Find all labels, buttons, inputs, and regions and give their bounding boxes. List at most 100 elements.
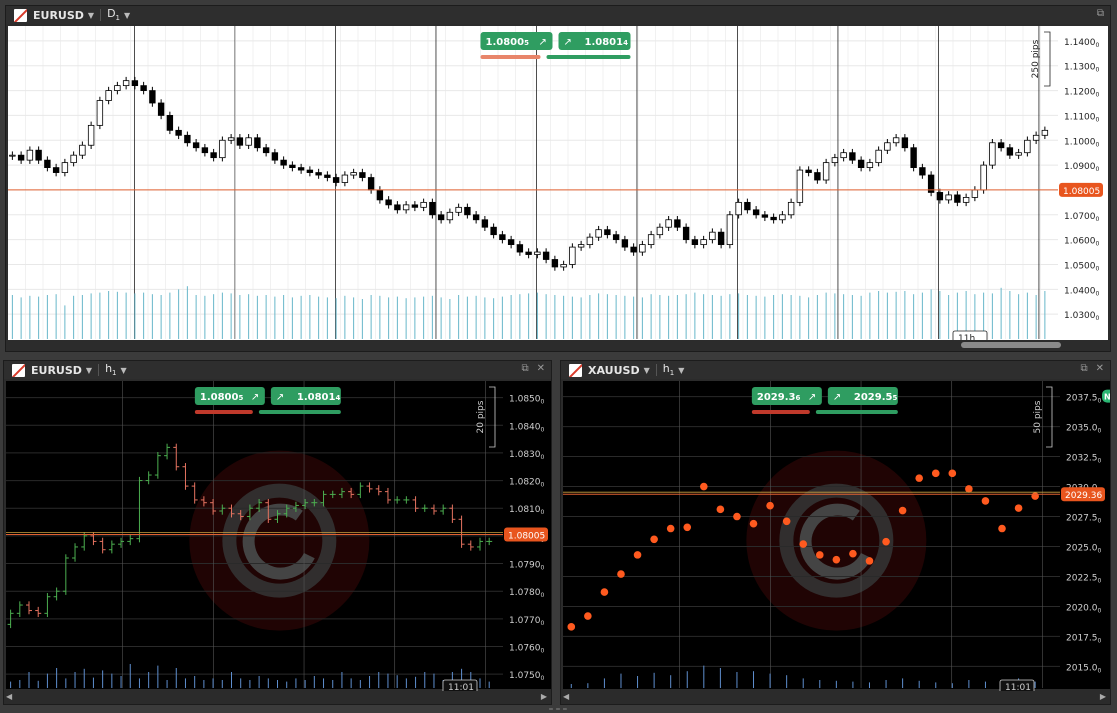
price-dot [716,505,725,514]
candle-body [647,234,655,246]
candle-body [499,234,506,241]
new-badge-label: NE [1104,393,1110,402]
candle-body [52,167,60,173]
scroll-left-icon[interactable]: ◀ [6,692,12,701]
price-dot [865,557,874,565]
popout-icon[interactable]: ⧉ [1080,363,1087,374]
price-tick-sub: 0 [1096,216,1100,223]
chart-canvas[interactable]: 1.03000 1.04000 1.05000 1.06000 1.07000 1.080… [8,26,1108,340]
candle-body [910,147,917,168]
layout-resize-handle[interactable]: = = = [546,706,570,713]
candle-body [411,204,419,208]
chart-header: EURUSD ▼ D1 ▼ ⧉ [6,6,1110,24]
watermark-glow [746,450,927,631]
candle-body [35,149,42,161]
candle-body [971,189,979,198]
price-dot [749,519,758,528]
candle-body [674,219,681,228]
candle-body [822,162,830,181]
candle-body [831,157,839,164]
symbol-dropdown-icon[interactable]: ▼ [644,366,650,375]
price-tick-label: 1.11000 [1064,112,1100,123]
price-dot [567,623,576,631]
scroll-right-icon[interactable]: ▶ [1100,692,1106,701]
candle-body [954,194,961,203]
price-dot [733,512,741,521]
symbol-label[interactable]: EURUSD [33,9,84,22]
price-dot [1014,504,1023,512]
buy-price-sub: 5 [892,394,897,402]
scrollbar-thumb[interactable] [961,342,1061,348]
candle-body [805,169,812,173]
timeframe-dropdown-icon[interactable]: ▼ [124,11,130,20]
price-tick-sub: 0 [1096,265,1100,272]
popout-icon[interactable]: ⧉ [521,363,528,374]
popout-icon[interactable]: ⧉ [1097,8,1104,19]
price-dot [981,497,990,505]
timeframe-dropdown-icon[interactable]: ▼ [121,366,127,375]
symbol-dropdown-icon[interactable]: ▼ [86,366,92,375]
horizontal-scrollbar[interactable]: ◀ ▶ [561,692,1110,702]
candle-body [490,226,497,236]
chart-header: EURUSD ▼ h1 ▼ ⧉ ✕ [4,361,551,379]
close-icon[interactable]: ✕ [537,363,545,374]
price-tick-label: 2020.00 [1066,603,1102,614]
price-dot [849,549,857,558]
candle-body [1006,147,1014,156]
timeframe-label[interactable]: h1 [663,362,674,377]
candle-body [192,142,200,149]
candle-body [779,214,786,221]
price-tick-sub: 0 [541,482,545,489]
candle-body [9,154,16,157]
candle-body [446,211,454,221]
scroll-left-icon[interactable]: ◀ [563,692,569,701]
candle-body [114,85,121,91]
price-tick-label: 1.10000 [1064,137,1100,148]
buy-price-label: 2029.55 [854,392,898,403]
candle-body [656,226,664,236]
close-icon[interactable]: ✕ [1096,363,1104,374]
chart-canvas[interactable]: 2015.00 2017.50 2020.00 2022.50 2025.00 2027.… [563,381,1110,691]
price-tick-label: 1.08500 [509,395,545,406]
candle-body [525,251,532,255]
timeframe-label[interactable]: D1 [107,7,120,22]
scroll-right-icon[interactable]: ▶ [541,692,547,701]
candle-body [595,229,602,238]
price-tick-sub: 0 [1098,398,1102,405]
symbol-dropdown-icon[interactable]: ▼ [88,11,94,20]
price-tick-sub: 0 [541,509,545,516]
candle-body [341,174,349,183]
price-dot [782,517,791,526]
candle-body [254,137,261,149]
price-dot [815,551,824,559]
candle-body [140,85,147,91]
chart-panel-bottom-left: EURUSD ▼ h1 ▼ ⧉ ✕ 1.07500 1.07600 1.07700 1.… [3,360,552,705]
candle-body [796,169,804,203]
price-tick-sub: 0 [541,675,545,682]
price-tick-label: 2017.50 [1066,633,1102,644]
candle-body [770,216,777,221]
candle-body [717,231,725,246]
candle-body [315,172,322,176]
price-tick-label: 1.03000 [1064,311,1100,322]
horizontal-scrollbar[interactable]: ◀ ▶ [4,692,551,702]
pips-scale-label: 20 pips [476,400,486,433]
buy-arrow-icon: ↗ [564,37,572,48]
candle-body [875,149,882,164]
horizontal-scrollbar[interactable] [6,340,1110,350]
chart-canvas[interactable]: 1.07500 1.07600 1.07700 1.07800 1.07900 1.080… [6,381,551,691]
symbol-label[interactable]: XAUUSD [588,364,640,377]
candle-body [901,137,909,149]
candle-body [1015,152,1022,156]
timeframe-label[interactable]: h1 [105,362,116,377]
sell-spread-bar [480,55,541,59]
price-dot [915,474,923,482]
candle-body [700,239,707,246]
candle-body [919,167,926,176]
sell-price-label: 1.08005 [486,37,530,48]
timeframe-dropdown-icon[interactable]: ▼ [678,366,684,375]
candle-body [752,209,760,216]
watermark-glow [189,450,370,631]
candle-body [184,134,191,144]
symbol-label[interactable]: EURUSD [31,364,82,377]
